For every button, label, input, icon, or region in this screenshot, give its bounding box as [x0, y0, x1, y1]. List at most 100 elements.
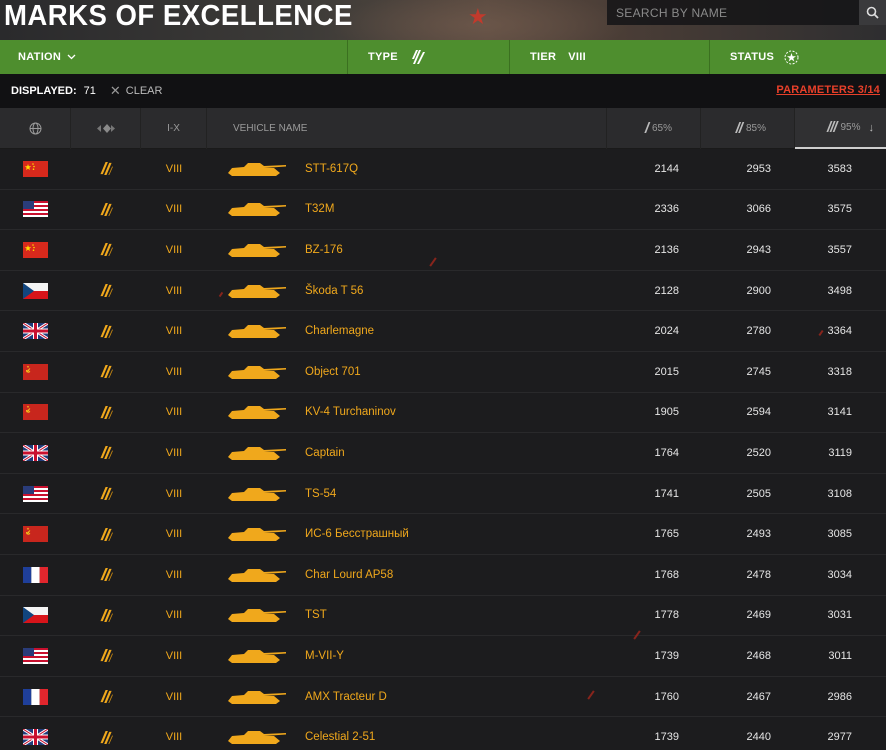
vehicle-tier: VIII — [165, 203, 183, 216]
column-header-vehicle-name[interactable]: VEHICLE NAME — [207, 108, 607, 149]
mark-3-damage: 3575 — [827, 203, 852, 216]
mark-1-damage: 1741 — [654, 487, 679, 500]
mark-3-damage: 3364 — [827, 325, 852, 338]
vehicle-name[interactable]: T32M — [305, 203, 607, 215]
table-row[interactable]: VIII KV-4 Turchaninov 1905 2594 3141 — [0, 392, 886, 434]
column-header-mark-2[interactable]: // 85% — [701, 108, 795, 149]
vehicle-tier: VIII — [165, 609, 183, 622]
tank-silhouette-icon — [207, 606, 305, 624]
column-header-type[interactable] — [71, 108, 141, 149]
vehicle-tier: VIII — [165, 731, 183, 744]
table-header: I-X VEHICLE NAME / 65% // 85% /// 95% ↓ — [0, 108, 886, 149]
table-row[interactable]: VIII BZ-176 2136 2943 3557 — [0, 230, 886, 271]
table-row[interactable]: VIII Captain 1764 2520 3119 — [0, 433, 886, 474]
mark-3-damage: 3498 — [827, 284, 852, 297]
table-row[interactable]: VIII STT-617Q 2144 2953 3583 — [0, 149, 886, 190]
mark-2-damage: 2594 — [746, 406, 771, 419]
heavy-tank-icon — [71, 284, 141, 298]
mark-1-damage: 1764 — [654, 446, 679, 459]
mark-3-damage: 3141 — [827, 406, 852, 419]
nation-flag-uk-icon — [0, 729, 71, 746]
column-header-tier[interactable]: I-X — [141, 108, 207, 149]
vehicle-name[interactable]: TST — [305, 609, 607, 621]
heavy-tank-icon — [71, 446, 141, 460]
mark-2-damage: 2478 — [746, 568, 771, 581]
vehicle-name[interactable]: Char Lourd AP58 — [305, 569, 607, 581]
mark-1-damage: 1905 — [654, 406, 679, 419]
nation-flag-ussr-icon — [0, 526, 71, 543]
close-icon: ✕ — [109, 83, 121, 98]
vehicle-name[interactable]: Škoda T 56 — [305, 285, 607, 297]
mark-2-damage: 2745 — [746, 365, 771, 378]
header-banner: MARKS OF EXCELLENCE ★ — [0, 0, 886, 40]
parameters-link[interactable]: PARAMETERS 3/14 — [776, 84, 880, 96]
mark-3-damage: 3108 — [827, 487, 852, 500]
vehicle-tier: VIII — [165, 284, 183, 297]
mark-2-label: 85% — [745, 123, 766, 134]
nation-filter[interactable]: NATION — [0, 40, 348, 74]
table-row[interactable]: VIII Object 701 2015 2745 3318 — [0, 351, 886, 393]
mark-1-damage: 1760 — [654, 690, 679, 703]
table-row[interactable]: VIII TST 1778 2469 3031 — [0, 595, 886, 637]
mark-3-damage: 3557 — [827, 243, 852, 256]
tank-silhouette-icon — [207, 241, 305, 259]
vehicle-name[interactable]: STT-617Q — [305, 163, 607, 175]
vehicle-tier: VIII — [165, 528, 183, 541]
table-row[interactable]: VIII Charlemagne 2024 2780 3364 — [0, 311, 886, 352]
vehicle-name[interactable]: AMX Tracteur D — [305, 691, 607, 703]
tank-silhouette-icon — [207, 485, 305, 503]
table-row[interactable]: VIII T32M 2336 3066 3575 — [0, 189, 886, 231]
filter-bar: NATION TYPE TIER VIII STATUS — [0, 40, 886, 74]
vehicle-name[interactable]: Object 701 — [305, 366, 607, 378]
nation-flag-france-icon — [0, 688, 71, 705]
mark-1-damage: 2015 — [654, 365, 679, 378]
nation-flag-china-icon — [0, 160, 71, 177]
heavy-tank-icon — [71, 690, 141, 704]
tier-filter[interactable]: TIER VIII — [510, 40, 710, 74]
clear-label: CLEAR — [125, 85, 163, 97]
vehicle-tier: VIII — [165, 325, 183, 338]
vehicle-name[interactable]: Celestial 2-51 — [305, 731, 607, 743]
nation-flag-czech-icon — [0, 282, 71, 299]
clear-filters-button[interactable]: ✕ CLEAR — [110, 83, 163, 99]
mark-3-damage: 3034 — [827, 568, 852, 581]
mark-1-damage: 2336 — [654, 203, 679, 216]
vehicle-name[interactable]: ИС-6 Бесстрашный — [305, 528, 607, 540]
search-input[interactable] — [607, 0, 859, 25]
tank-silhouette-icon — [207, 363, 305, 381]
mark-3-damage: 2986 — [827, 690, 852, 703]
table-row[interactable]: VIII Celestial 2-51 1739 2440 2977 — [0, 717, 886, 750]
column-header-nation[interactable] — [0, 108, 71, 149]
mark-1-damage: 1778 — [654, 609, 679, 622]
mark-1-damage: 1739 — [654, 731, 679, 744]
page-title: MARKS OF EXCELLENCE — [4, 0, 353, 32]
vehicle-name[interactable]: BZ-176 — [305, 244, 607, 256]
search-icon — [866, 6, 879, 19]
vehicle-name[interactable]: Charlemagne — [305, 325, 607, 337]
table-row[interactable]: VIII ИС-6 Бесстрашный 1765 2493 3085 — [0, 514, 886, 555]
column-header-mark-3[interactable]: /// 95% ↓ — [795, 108, 886, 149]
vehicle-name[interactable]: M-VII-Y — [305, 650, 607, 662]
status-filter[interactable]: STATUS — [710, 40, 886, 74]
vehicle-tier: VIII — [165, 690, 183, 703]
table-row[interactable]: VIII Škoda T 56 2128 2900 3498 — [0, 270, 886, 312]
mark-2-damage: 2468 — [746, 649, 771, 662]
mark-1-damage: 2136 — [654, 243, 679, 256]
vehicle-tier: VIII — [165, 568, 183, 581]
status-filter-label: STATUS — [730, 51, 775, 63]
table-row[interactable]: VIII TS-54 1741 2505 3108 — [0, 473, 886, 515]
search-button[interactable] — [859, 0, 886, 25]
vehicle-name[interactable]: KV-4 Turchaninov — [305, 406, 607, 418]
nation-filter-label: NATION — [18, 51, 62, 63]
mark-1-label: 65% — [651, 123, 672, 134]
vehicle-name[interactable]: Captain — [305, 447, 607, 459]
mark-1-damage: 1739 — [654, 649, 679, 662]
vehicle-name[interactable]: TS-54 — [305, 488, 607, 500]
mark-2-damage: 2780 — [746, 325, 771, 338]
table-row[interactable]: VIII AMX Tracteur D 1760 2467 2986 — [0, 676, 886, 718]
table-row[interactable]: VIII Char Lourd AP58 1768 2478 3034 — [0, 554, 886, 596]
type-filter[interactable]: TYPE — [348, 40, 510, 74]
table-row[interactable]: VIII M-VII-Y 1739 2468 3011 — [0, 636, 886, 677]
column-header-mark-1[interactable]: / 65% — [607, 108, 701, 149]
vehicle-tier: VIII — [165, 487, 183, 500]
